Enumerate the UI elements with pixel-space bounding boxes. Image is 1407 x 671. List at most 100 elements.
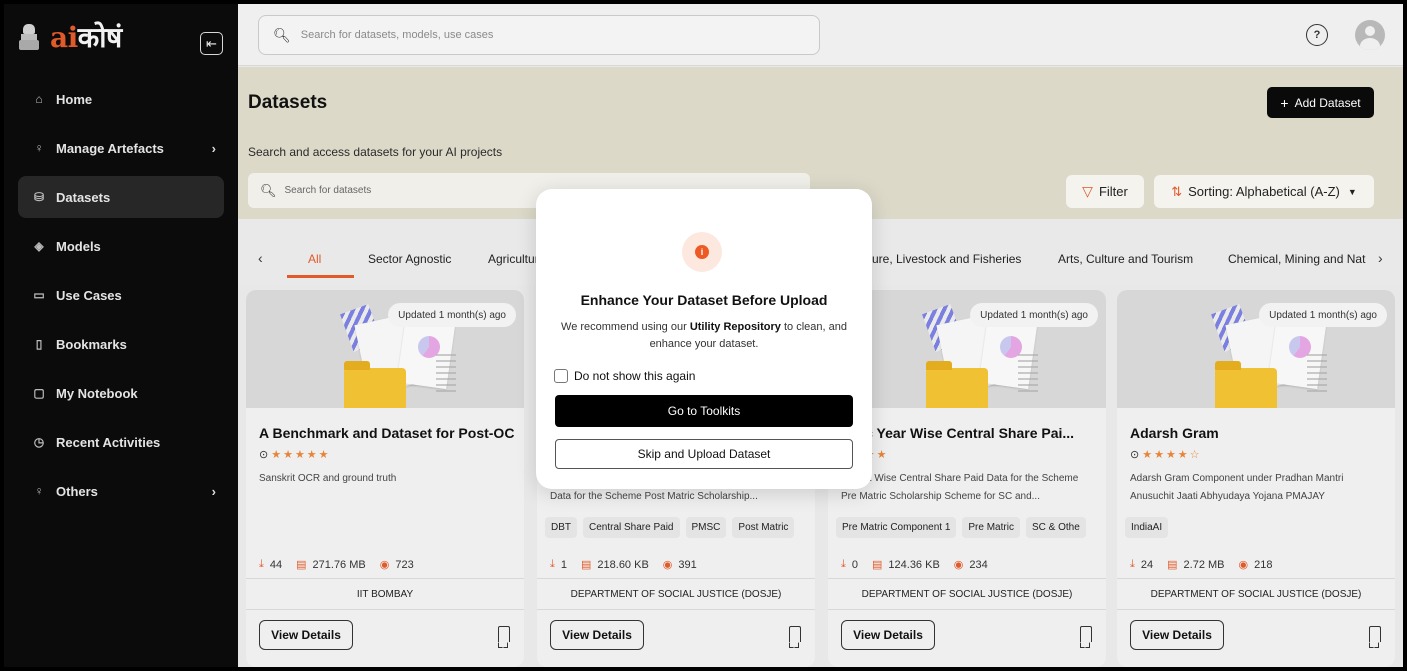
tag[interactable]: DBT [545, 517, 577, 538]
dataset-search-placeholder: Search for datasets [284, 185, 372, 196]
bookmark-icon[interactable] [789, 626, 801, 648]
collapse-sidebar-button[interactable]: ⇤ [200, 32, 223, 55]
sidebar-item-label: Others [56, 483, 98, 499]
file-size: 271.76 MB [312, 558, 366, 571]
card-stats: ⤓ 24 ▤ 2.72 MB ◉ 218 [1130, 558, 1272, 571]
add-dataset-label: Add Dataset [1294, 95, 1361, 110]
skip-upload-button[interactable]: Skip and Upload Dataset [555, 439, 853, 469]
search-icon: 🔍︎ [273, 26, 291, 43]
go-to-toolkits-button[interactable]: Go to Toolkits [555, 395, 853, 427]
card-tags: DBT Central Share Paid PMSC Post Matric [545, 517, 795, 538]
view-details-button[interactable]: View Details [841, 620, 935, 650]
emblem-icon [18, 22, 40, 52]
views-count: 723 [395, 558, 414, 571]
bookmark-icon[interactable] [1369, 626, 1381, 648]
sidebar-item-label: Bookmarks [56, 336, 127, 352]
search-icon: 🔍︎ [260, 182, 277, 198]
bookmark-icon[interactable] [498, 626, 510, 648]
page-title: Datasets [248, 92, 328, 113]
sort-dropdown[interactable]: ⇅ Sorting: Alphabetical (A-Z) ▼ [1154, 175, 1374, 208]
chevron-right-icon: › [211, 140, 216, 156]
sidebar-item-datasets[interactable]: ⛁ Datasets [18, 176, 224, 218]
filter-icon: ▽ [1082, 183, 1093, 199]
info-icon: i [695, 245, 709, 259]
view-details-button[interactable]: View Details [550, 620, 644, 650]
card-description: Data for the Scheme Post Matric Scholars… [550, 491, 758, 502]
card-tags: IndiaAI [1125, 517, 1169, 538]
do-not-show-again-row[interactable]: Do not show this again [554, 369, 695, 383]
download-icon: ⤓ [550, 558, 555, 570]
tabs-next-icon[interactable]: › [1378, 250, 1383, 266]
file-size: 218.60 KB [597, 558, 649, 571]
caret-down-icon: ▼ [1347, 186, 1357, 197]
filter-button[interactable]: ▽ Filter [1066, 175, 1144, 208]
view-details-button[interactable]: View Details [1130, 620, 1224, 650]
dataset-card[interactable]: Updated 1 month(s) ago A Benchmark and D… [246, 290, 524, 667]
database-icon: ⛁ [33, 190, 45, 204]
rating-stars: ⊙ ★★★★☆ [1130, 449, 1202, 461]
download-icon: ⤓ [841, 558, 846, 570]
sidebar-item-bookmarks[interactable]: ▯ Bookmarks [18, 323, 224, 365]
top-bar: 🔍︎ Search for datasets, models, use case… [238, 4, 1403, 66]
download-icon: ⤓ [259, 558, 264, 570]
tab-sector-agnostic[interactable]: Sector Agnostic [368, 252, 451, 266]
lightbulb-icon: ♀ [34, 141, 44, 155]
active-tab-indicator [287, 275, 354, 278]
help-icon[interactable]: ? [1306, 24, 1328, 46]
sidebar-item-manage-artefacts[interactable]: ♀ Manage Artefacts › [18, 127, 224, 169]
card-title: A Benchmark and Dataset for Post-OC... [259, 425, 514, 441]
tag[interactable]: SC & Othe [1025, 517, 1086, 538]
views-count: 391 [678, 558, 697, 571]
sidebar-item-label: Recent Activities [56, 434, 161, 450]
tag[interactable]: Pre Matric [962, 517, 1020, 538]
card-stats: ⤓ 1 ▤ 218.60 KB ◉ 391 [550, 558, 697, 571]
sidebar-item-use-cases[interactable]: ▭ Use Cases [18, 274, 224, 316]
tab-agriculture-cont[interactable]: ure, Livestock and Fisheries [872, 252, 1021, 266]
app-window: aiकोषं ⇤ ⌂ Home ♀ Manage Artefacts › ⛁ D… [4, 4, 1403, 667]
card-stats: ⤓ 44 ▤ 271.76 MB ◉ 723 [259, 558, 414, 571]
card-title: emic Year Wise Central Share Pai... [841, 425, 1075, 441]
sort-label: Sorting: Alphabetical (A-Z) [1188, 184, 1340, 199]
bookmark-icon: ▯ [35, 337, 43, 351]
sidebar: aiकोषं ⇤ ⌂ Home ♀ Manage Artefacts › ⛁ D… [4, 4, 238, 667]
sidebar-item-others[interactable]: ♀ Others › [18, 470, 224, 512]
tabs-prev-icon[interactable]: ‹ [258, 250, 263, 266]
chevron-right-icon: › [211, 483, 216, 499]
global-search-input[interactable]: 🔍︎ Search for datasets, models, use case… [258, 15, 820, 55]
updated-badge: Updated 1 month(s) ago [388, 303, 516, 327]
modal-body: We recommend using our Utility Repositor… [561, 321, 847, 350]
sidebar-item-label: Home [56, 91, 93, 107]
sidebar-item-models[interactable]: ◈ Models [18, 225, 224, 267]
views-count: 234 [969, 558, 988, 571]
view-details-button[interactable]: View Details [259, 620, 353, 650]
tag[interactable]: Central Share Paid [583, 517, 680, 538]
sidebar-item-my-notebook[interactable]: ▢ My Notebook [18, 372, 224, 414]
tab-agriculture[interactable]: Agricultur [488, 252, 539, 266]
downloads-count: 0 [851, 558, 858, 571]
enhance-dataset-modal: i Enhance Your Dataset Before Upload We … [536, 189, 872, 489]
plus-icon: + [1280, 94, 1289, 111]
checkbox-label: Do not show this again [574, 369, 696, 383]
updated-badge: Updated 1 month(s) ago [970, 303, 1098, 327]
rating-stars: ⊙ ★★★★★ [259, 449, 331, 461]
notebook-icon: ▢ [33, 386, 45, 400]
tag[interactable]: Pre Matric Component 1 [836, 517, 957, 538]
tab-all[interactable]: All [308, 252, 321, 266]
sidebar-item-home[interactable]: ⌂ Home [18, 78, 224, 120]
tag[interactable]: IndiaAI [1125, 517, 1169, 538]
bookmark-icon[interactable] [1080, 626, 1092, 648]
card-description: Adarsh Gram Component under Pradhan Mant… [1130, 473, 1344, 502]
views-count: 218 [1254, 558, 1273, 571]
do-not-show-checkbox[interactable] [554, 369, 568, 383]
avatar[interactable] [1355, 20, 1385, 50]
dataset-card[interactable]: Updated 1 month(s) ago Adarsh Gram ⊙ ★★★★… [1117, 290, 1395, 667]
eye-icon: ◉ [662, 559, 673, 571]
tag[interactable]: PMSC [685, 517, 727, 538]
tag[interactable]: Post Matric [732, 517, 795, 538]
tab-chemical-mining[interactable]: Chemical, Mining and Nat [1228, 252, 1365, 266]
updated-badge: Updated 1 month(s) ago [1259, 303, 1387, 327]
eye-icon: ◉ [1238, 559, 1249, 571]
tab-arts-culture-tourism[interactable]: Arts, Culture and Tourism [1058, 252, 1193, 266]
add-dataset-button[interactable]: + Add Dataset [1267, 87, 1374, 118]
sidebar-item-recent-activities[interactable]: ◷ Recent Activities [18, 421, 224, 463]
